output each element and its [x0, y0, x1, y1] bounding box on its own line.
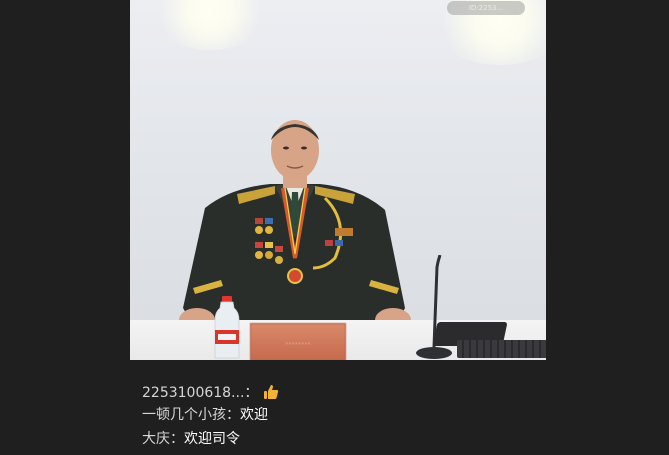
- chat-message: 2253100618...：: [142, 382, 279, 402]
- video-watermark: ID:2253...: [447, 1, 525, 15]
- chat-username: 大庆：: [142, 431, 184, 447]
- right-letterbox: [546, 0, 669, 455]
- chat-panel: 2253100618...： 一顿几个小孩：欢迎 大庆：欢迎司令: [130, 360, 546, 455]
- chat-username: 2253100618...：: [142, 385, 259, 401]
- speaker-figure: [179, 120, 411, 328]
- chat-message: 大庆：欢迎司令: [142, 428, 240, 448]
- chat-username: 一顿几个小孩：: [142, 407, 240, 423]
- thumbs-up-icon: [263, 385, 279, 399]
- chat-message: 一顿几个小孩：欢迎: [142, 404, 268, 424]
- ceiling-light-left: [150, 0, 270, 50]
- chat-text: 欢迎司令: [184, 431, 240, 447]
- chat-text: 欢迎: [240, 407, 268, 423]
- left-letterbox: [0, 0, 130, 455]
- water-bottle-icon: [214, 296, 240, 359]
- keyboard: [457, 340, 546, 358]
- nameplate: ........: [250, 323, 346, 360]
- live-video-frame[interactable]: ID:2253... ........: [130, 0, 546, 360]
